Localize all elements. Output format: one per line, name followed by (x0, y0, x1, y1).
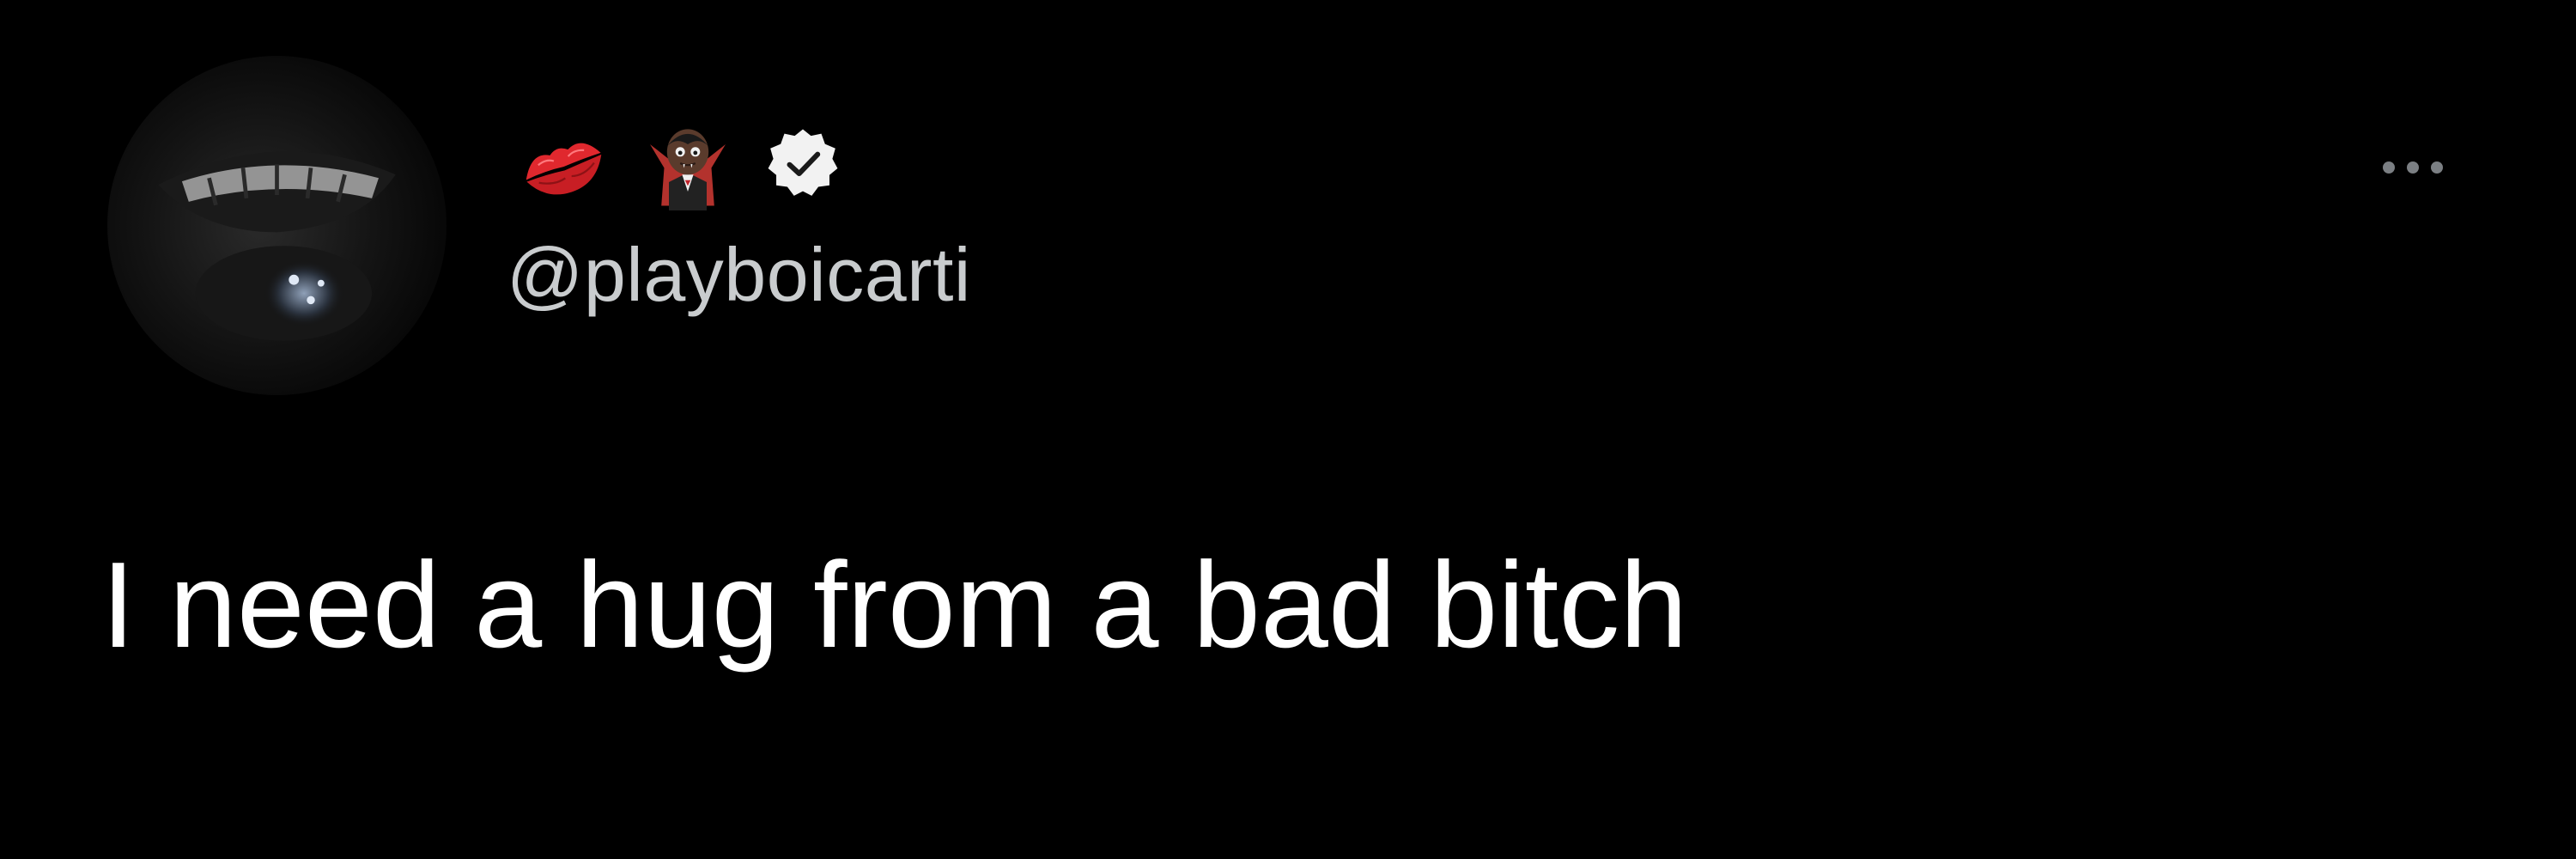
display-name-row[interactable] (515, 112, 840, 215)
avatar-image (158, 151, 396, 341)
vampire-icon (650, 129, 726, 210)
tweet-text: I need a hug from a bad bitch (101, 537, 1688, 673)
more-options-icon (2431, 161, 2443, 174)
kiss-mark-icon (526, 143, 602, 195)
more-options-icon (2383, 161, 2395, 174)
verified-badge-icon (768, 129, 838, 196)
more-options-button[interactable] (2361, 146, 2464, 189)
avatar[interactable] (107, 56, 447, 395)
tweet-card: @playboicarti I need a hug from a bad bi… (0, 0, 2576, 859)
more-options-icon (2407, 161, 2419, 174)
username-handle[interactable]: @playboicarti (507, 232, 971, 318)
